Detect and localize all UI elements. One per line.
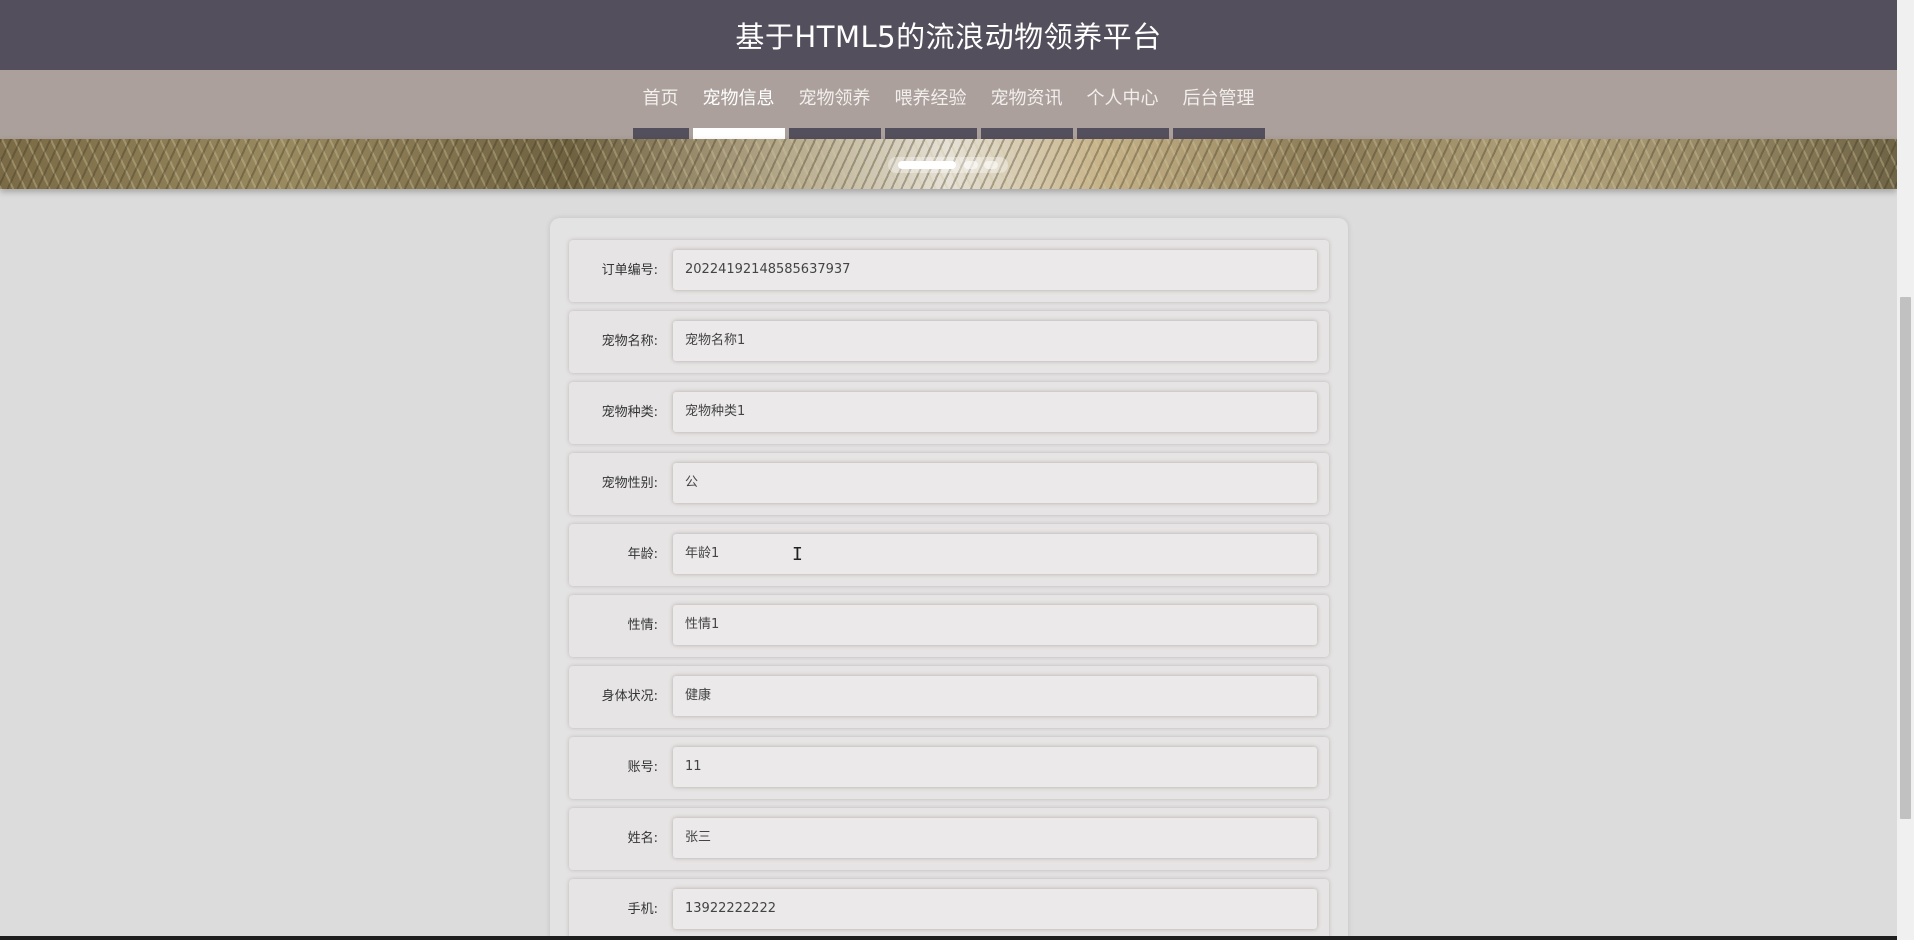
field-label: 订单编号: (601, 263, 658, 278)
nav-item-bar (788, 128, 881, 139)
temperament-field[interactable]: 性情1 (673, 605, 1317, 645)
nav-item-personal-center[interactable]: 个人中心 (1075, 70, 1171, 139)
nav-item-label: 喂养经验 (894, 88, 967, 109)
phone-field[interactable]: 13922222222 (673, 889, 1317, 929)
health-status-field[interactable]: 健康 (673, 676, 1317, 716)
window-bottom-edge (0, 936, 1897, 940)
site-title: 基于HTML5的流浪动物领养平台 (735, 20, 1162, 54)
pet-name-field[interactable]: 宠物名称1 (673, 321, 1317, 361)
page: 基于HTML5的流浪动物领养平台 首页 宠物信息 宠物领养 喂养经验 宠物资讯 (0, 0, 1914, 940)
nav-item-bar (1172, 128, 1265, 139)
form-row-pet-species: 宠物种类: 宠物种类1 (569, 382, 1329, 444)
nav-item-pet-adoption[interactable]: 宠物领养 (787, 70, 883, 139)
field-label: 宠物性别: (601, 476, 658, 491)
pet-species-field[interactable]: 宠物种类1 (673, 392, 1317, 432)
nav-item-label: 个人中心 (1086, 88, 1159, 109)
field-label: 账号: (627, 760, 658, 775)
field-label: 性情: (627, 618, 658, 633)
nav-item-feeding-experience[interactable]: 喂养经验 (883, 70, 979, 139)
nav-item-pet-news[interactable]: 宠物资讯 (979, 70, 1075, 139)
nav-item-label: 后台管理 (1182, 88, 1255, 109)
banner-carousel (0, 139, 1897, 189)
field-label: 手机: (627, 902, 658, 917)
nav-item-admin[interactable]: 后台管理 (1171, 70, 1267, 139)
carousel-indicator[interactable] (984, 161, 998, 169)
form-row-pet-gender: 宠物性别: 公 (569, 453, 1329, 515)
name-field[interactable]: 张三 (673, 818, 1317, 858)
field-label: 年龄: (627, 547, 658, 562)
account-field[interactable]: 11 (673, 747, 1317, 787)
main-nav: 首页 宠物信息 宠物领养 喂养经验 宠物资讯 个人中心 后台管理 (0, 70, 1897, 139)
order-detail-form: 订单编号: 20224192148585637937 宠物名称: 宠物名称1 宠… (550, 218, 1348, 940)
field-label: 姓名: (627, 831, 658, 846)
nav-item-bar-active (692, 128, 785, 139)
carousel-indicator[interactable] (964, 161, 978, 169)
form-row-temperament: 性情: 性情1 (569, 595, 1329, 657)
nav-item-bar (632, 128, 689, 139)
nav-item-label: 首页 (642, 88, 679, 109)
order-number-field[interactable]: 20224192148585637937 (673, 250, 1317, 290)
nav-item-bar (980, 128, 1073, 139)
text-cursor-icon: I (792, 544, 803, 565)
nav-item-bar (884, 128, 977, 139)
form-row-pet-name: 宠物名称: 宠物名称1 (569, 311, 1329, 373)
form-row-name: 姓名: 张三 (569, 808, 1329, 870)
pet-gender-field[interactable]: 公 (673, 463, 1317, 503)
site-header: 基于HTML5的流浪动物领养平台 (0, 0, 1897, 70)
form-row-phone: 手机: 13922222222 (569, 879, 1329, 940)
form-row-age: 年龄: 年龄1 (569, 524, 1329, 586)
form-row-health: 身体状况: 健康 (569, 666, 1329, 728)
nav-item-bar (1076, 128, 1169, 139)
nav-item-label: 宠物资讯 (990, 88, 1063, 109)
nav-item-home[interactable]: 首页 (631, 70, 691, 139)
nav-item-pet-info[interactable]: 宠物信息 (691, 70, 787, 139)
age-field[interactable]: 年龄1 (673, 534, 1317, 574)
field-label: 宠物名称: (601, 334, 658, 349)
field-label: 宠物种类: (601, 405, 658, 420)
nav-item-label: 宠物信息 (702, 88, 775, 109)
carousel-indicator-active[interactable] (898, 161, 956, 169)
field-label: 身体状况: (601, 689, 658, 704)
nav-item-label: 宠物领养 (798, 88, 871, 109)
scrollbar-thumb[interactable] (1900, 297, 1911, 819)
form-row-account: 账号: 11 (569, 737, 1329, 799)
carousel-indicators (888, 157, 1008, 173)
form-row-order-number: 订单编号: 20224192148585637937 (569, 240, 1329, 302)
